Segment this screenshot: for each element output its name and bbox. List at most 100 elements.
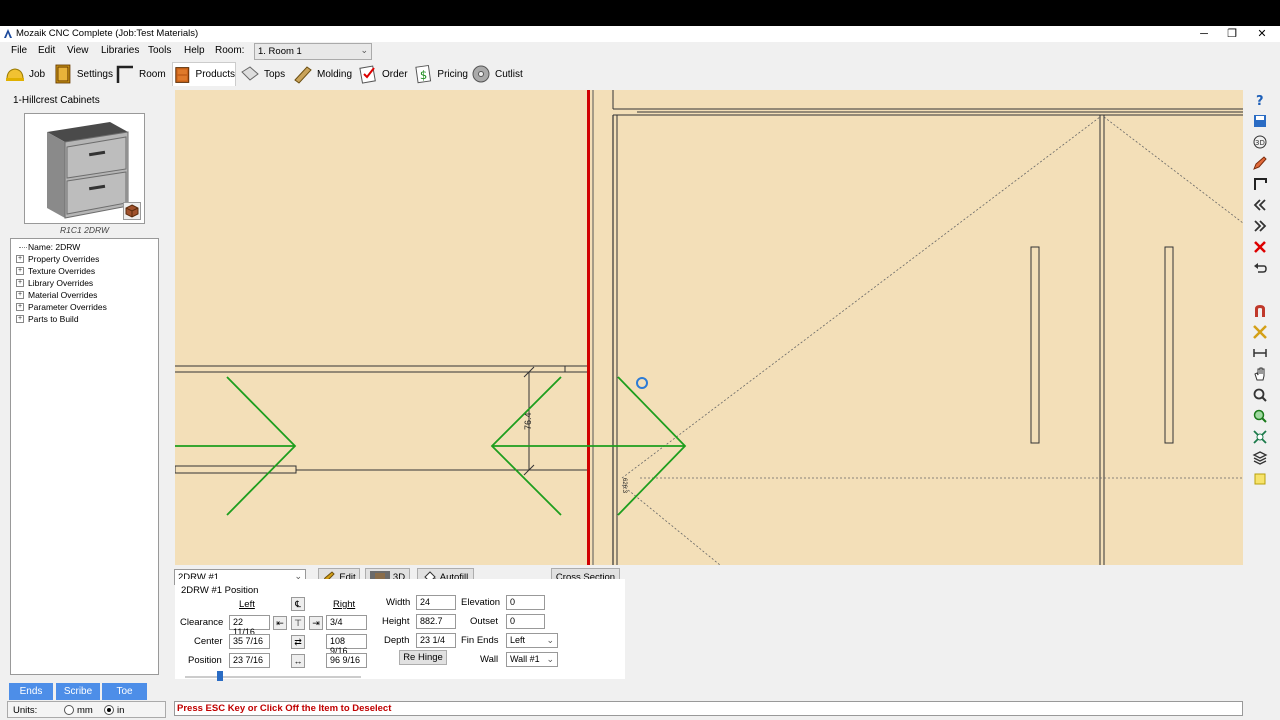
- position-right-field[interactable]: 96 9/16: [326, 653, 367, 668]
- toolbar-settings-button[interactable]: Settings: [53, 62, 113, 86]
- move-right-button[interactable]: [1250, 216, 1270, 236]
- center-left-field[interactable]: 35 7/16: [229, 634, 270, 649]
- tree-item-name[interactable]: Name: 2DRW: [15, 241, 158, 253]
- menu-help[interactable]: Help: [184, 45, 205, 56]
- width-label: Width: [386, 597, 411, 608]
- minimize-button[interactable]: ─: [1190, 26, 1218, 42]
- position-slider-track[interactable]: [185, 676, 361, 678]
- view-3d-button[interactable]: 3D: [1250, 132, 1270, 152]
- door-handle[interactable]: [1164, 246, 1174, 444]
- elevation-field[interactable]: 0: [506, 595, 545, 610]
- units-mm-radio[interactable]: [64, 705, 74, 715]
- center-line-button[interactable]: ℄: [291, 597, 305, 611]
- toolbar-pricing-button[interactable]: $ Pricing: [414, 62, 468, 86]
- expand-plus-icon[interactable]: +: [16, 279, 24, 287]
- tree-label: Texture Overrides: [28, 266, 96, 276]
- align-top-button[interactable]: ⊤: [291, 616, 305, 630]
- zoom-fit-button[interactable]: [1250, 406, 1270, 426]
- fin-ends-select[interactable]: Left ⌄: [506, 633, 558, 648]
- toolbar-cutlist-button[interactable]: Cutlist: [471, 62, 525, 86]
- expand-plus-icon[interactable]: +: [16, 267, 24, 275]
- notes-button[interactable]: [1250, 469, 1270, 489]
- delete-button[interactable]: [1250, 237, 1270, 257]
- position-group-title: 2DRW #1 Position: [181, 585, 259, 596]
- save-button[interactable]: [1250, 111, 1270, 131]
- units-in-radio[interactable]: [104, 705, 114, 715]
- toe-button[interactable]: Toe: [102, 683, 147, 700]
- ends-button[interactable]: Ends: [9, 683, 53, 700]
- tree-item-library-overrides[interactable]: + Library Overrides: [15, 277, 158, 289]
- toolbar-job-button[interactable]: Job: [5, 62, 51, 86]
- tree-item-parts-to-build[interactable]: + Parts to Build: [15, 313, 158, 325]
- close-window-button[interactable]: ✕: [1248, 26, 1276, 42]
- cabinet-library-title: 1-Hillcrest Cabinets: [13, 95, 100, 106]
- snap-button[interactable]: [1250, 301, 1270, 321]
- wall-select[interactable]: Wall #1 ⌄: [506, 652, 558, 667]
- dimension-button[interactable]: [1250, 343, 1270, 363]
- height-field[interactable]: 882.7: [416, 614, 456, 629]
- align-left-button[interactable]: ⇤: [273, 616, 287, 630]
- toolbar-tops-button[interactable]: Tops: [240, 62, 290, 86]
- tree-item-material-overrides[interactable]: + Material Overrides: [15, 289, 158, 301]
- drawing-canvas[interactable]: 76.4 626.3: [175, 90, 1243, 565]
- menu-libraries[interactable]: Libraries: [101, 45, 139, 56]
- pan-button[interactable]: [1250, 364, 1270, 384]
- position-slider-thumb[interactable]: [217, 671, 223, 681]
- undo-button[interactable]: [1250, 258, 1270, 278]
- draw-button[interactable]: [1250, 153, 1270, 173]
- layers-button[interactable]: [1250, 448, 1270, 468]
- toolbar-order-button[interactable]: Order: [358, 62, 408, 86]
- fin-ends-value: Left: [510, 635, 526, 645]
- wall-tool-button[interactable]: [1250, 174, 1270, 194]
- align-right-button[interactable]: ⇥: [309, 616, 323, 630]
- room-select[interactable]: 1. Room 1 ⌄: [254, 43, 372, 60]
- rehinge-button[interactable]: Re Hinge: [399, 650, 447, 665]
- app-logo-icon: [4, 29, 12, 38]
- hinge-marker-left[interactable]: [175, 376, 297, 516]
- toolbar-molding-button[interactable]: Molding: [293, 62, 353, 86]
- wall-select-value: Wall #1: [510, 654, 540, 664]
- view-3d-cube-button[interactable]: [123, 202, 141, 220]
- menu-file[interactable]: File: [11, 45, 27, 56]
- double-chevron-right-icon: [1254, 220, 1267, 232]
- menu-edit[interactable]: Edit: [38, 45, 55, 56]
- clearance-right-field[interactable]: 3/4: [326, 615, 367, 630]
- scribe-button[interactable]: Scribe: [56, 683, 100, 700]
- depth-field[interactable]: 23 1/4: [416, 633, 456, 648]
- width-field[interactable]: 24: [416, 595, 456, 610]
- tree-item-property-overrides[interactable]: + Property Overrides: [15, 253, 158, 265]
- position-left-field[interactable]: 23 7/16: [229, 653, 270, 668]
- wall-label: Wall: [480, 654, 499, 665]
- elevation-drawing: 76.4 626.3: [175, 90, 1243, 565]
- restore-button[interactable]: ❐: [1218, 26, 1246, 42]
- layers-icon: [1252, 451, 1268, 465]
- tree-label: Material Overrides: [28, 290, 98, 300]
- center-right-field[interactable]: 108 9/16: [326, 634, 367, 656]
- clearance-left-field[interactable]: 22 11/16: [229, 615, 270, 637]
- swap-button[interactable]: ⇄: [291, 635, 305, 649]
- zoom-button[interactable]: [1250, 385, 1270, 405]
- expand-plus-icon[interactable]: +: [16, 315, 24, 323]
- toolbar-room-button[interactable]: Room: [115, 62, 169, 86]
- double-chevron-left-icon: [1253, 199, 1266, 211]
- tree-item-parameter-overrides[interactable]: + Parameter Overrides: [15, 301, 158, 313]
- move-left-button[interactable]: [1250, 195, 1270, 215]
- help-button[interactable]: ?: [1250, 90, 1270, 110]
- menu-view[interactable]: View: [67, 45, 89, 56]
- stretch-button[interactable]: ↔: [291, 654, 305, 668]
- outset-field[interactable]: 0: [506, 614, 545, 629]
- left-column-header: Left: [239, 599, 255, 610]
- status-bar: Press ESC Key or Click Off the Item to D…: [174, 701, 1243, 716]
- pricing-dollar-icon: $: [415, 64, 432, 84]
- expand-plus-icon[interactable]: +: [16, 291, 24, 299]
- expand-plus-icon[interactable]: +: [16, 303, 24, 311]
- zoom-extents-button[interactable]: [1250, 427, 1270, 447]
- toolbar-products-button[interactable]: Products: [172, 62, 236, 86]
- magnifier-icon: [1253, 388, 1267, 402]
- room-icon: [116, 65, 133, 83]
- measure-button[interactable]: [1250, 322, 1270, 342]
- menu-tools[interactable]: Tools: [148, 45, 171, 56]
- expand-plus-icon[interactable]: +: [16, 255, 24, 263]
- tree-item-texture-overrides[interactable]: + Texture Overrides: [15, 265, 158, 277]
- door-handle[interactable]: [1030, 246, 1040, 444]
